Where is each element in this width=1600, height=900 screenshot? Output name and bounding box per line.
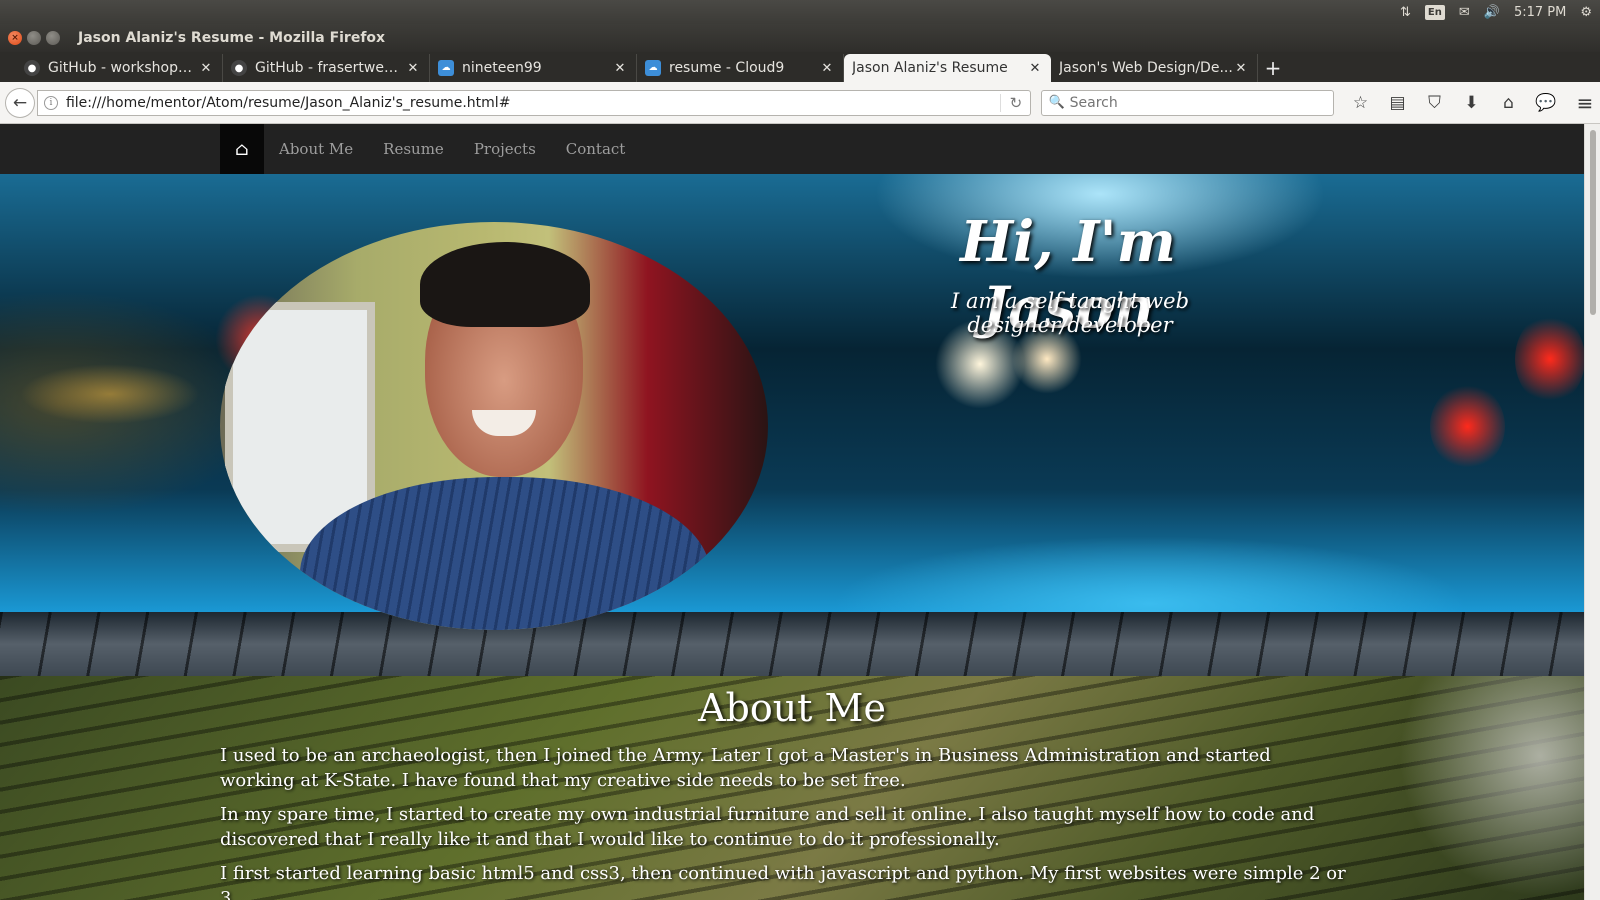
url-bar[interactable]: i file:///home/mentor/Atom/resume/Jason_… <box>36 89 1032 116</box>
window-titlebar: × Jason Alaniz's Resume - Mozilla Firefo… <box>0 24 1600 52</box>
nav-resume[interactable]: Resume <box>368 124 459 174</box>
tab-jason-resume[interactable]: Jason Alaniz's Resume ✕ <box>844 54 1051 82</box>
hamburger-menu-icon[interactable]: ≡ <box>1570 91 1600 115</box>
site-navbar: ⌂ About Me Resume Projects Contact <box>0 124 1584 174</box>
system-panel: ⇅ En ✉ 🔊 5:17 PM ⚙ <box>0 0 1600 24</box>
about-heading: About Me <box>698 686 886 730</box>
bokeh-light <box>1515 314 1584 404</box>
tab-close-icon[interactable]: ✕ <box>198 61 214 76</box>
tab-strip: ● GitHub - workshopp... ✕ ● GitHub - fra… <box>0 52 1600 82</box>
cloud9-icon: ☁ <box>645 60 661 76</box>
network-arrows-icon[interactable]: ⇅ <box>1400 5 1411 20</box>
about-section: About Me I used to be an archaeologist, … <box>0 676 1584 900</box>
tab-label: Jason's Web Design/De... <box>1059 60 1233 76</box>
search-icon: 🔍 <box>1048 95 1065 110</box>
window-close-button[interactable]: × <box>8 31 22 45</box>
url-text[interactable]: file:///home/mentor/Atom/resume/Jason_Al… <box>66 95 1001 111</box>
tab-label: resume - Cloud9 <box>669 60 785 76</box>
back-arrow-icon: ← <box>12 92 28 113</box>
back-button[interactable]: ← <box>5 87 35 118</box>
tab-close-icon[interactable]: ✕ <box>1027 61 1043 76</box>
new-tab-button[interactable]: + <box>1258 54 1288 82</box>
tab-label: Jason Alaniz's Resume <box>852 60 1008 76</box>
reload-icon[interactable]: ↻ <box>1000 93 1030 112</box>
tab-close-icon[interactable]: ✕ <box>819 61 835 76</box>
nav-projects[interactable]: Projects <box>459 124 551 174</box>
tab-github-frasertwee[interactable]: ● GitHub - frasertwee... ✕ <box>223 54 430 82</box>
window-title: Jason Alaniz's Resume - Mozilla Firefox <box>78 30 386 46</box>
keyboard-layout-indicator[interactable]: En <box>1424 4 1445 20</box>
tab-resume-cloud9[interactable]: ☁ resume - Cloud9 ✕ <box>637 54 844 82</box>
volume-icon[interactable]: 🔊 <box>1484 5 1500 20</box>
about-paragraph: I used to be an archaeologist, then I jo… <box>220 745 1271 791</box>
tab-jason-web-design[interactable]: Jason's Web Design/De... ✕ <box>1051 54 1258 82</box>
cloud9-icon: ☁ <box>438 60 454 76</box>
search-bar[interactable]: 🔍 <box>1041 89 1335 116</box>
download-icon[interactable]: ⬇ <box>1453 93 1490 113</box>
settings-gear-icon[interactable]: ⚙ <box>1580 5 1592 20</box>
nav-contact[interactable]: Contact <box>551 124 641 174</box>
navigation-toolbar: ← i file:///home/mentor/Atom/resume/Jaso… <box>0 82 1600 124</box>
mail-icon[interactable]: ✉ <box>1459 5 1470 20</box>
clock[interactable]: 5:17 PM <box>1514 5 1566 20</box>
about-paragraph: I first started learning basic html5 and… <box>220 863 1346 900</box>
tab-label: nineteen99 <box>462 60 542 76</box>
github-icon: ● <box>231 60 247 76</box>
scrollbar-thumb[interactable] <box>1590 130 1596 315</box>
about-paragraph: In my spare time, I started to create my… <box>220 804 1315 850</box>
tab-close-icon[interactable]: ✕ <box>612 61 628 76</box>
github-icon: ● <box>24 60 40 76</box>
hero-subtitle: I am a self taught web designer/develope… <box>950 289 1190 337</box>
reading-list-icon[interactable]: ▤ <box>1379 93 1416 113</box>
tab-close-icon[interactable]: ✕ <box>405 61 421 76</box>
pocket-icon[interactable]: ⛉ <box>1416 93 1453 113</box>
tab-github-workshopp[interactable]: ● GitHub - workshopp... ✕ <box>16 54 223 82</box>
nav-about-me[interactable]: About Me <box>264 124 368 174</box>
page-viewport: ⌂ About Me Resume Projects Contact Hi, I… <box>0 124 1584 900</box>
window-minimize-button[interactable] <box>27 31 41 45</box>
site-info-icon[interactable]: i <box>43 95 58 110</box>
window-maximize-button[interactable] <box>46 31 60 45</box>
search-input[interactable] <box>1069 94 1320 111</box>
page-scrollbar[interactable] <box>1584 124 1600 900</box>
photo-hair <box>420 242 590 327</box>
chat-icon[interactable]: 💬 <box>1527 93 1564 113</box>
tab-nineteen99[interactable]: ☁ nineteen99 ✕ <box>430 54 637 82</box>
tab-label: GitHub - workshopp... <box>48 60 198 76</box>
tab-close-icon[interactable]: ✕ <box>1233 61 1249 76</box>
wood-floor-background <box>0 612 1584 676</box>
tab-label: GitHub - frasertwee... <box>255 60 405 76</box>
bokeh-light <box>1430 384 1505 469</box>
site-home-icon[interactable]: ⌂ <box>220 124 264 174</box>
bookmark-star-icon[interactable]: ☆ <box>1342 93 1379 113</box>
profile-photo <box>220 222 768 630</box>
home-icon[interactable]: ⌂ <box>1490 93 1527 113</box>
bokeh-light <box>20 364 200 424</box>
